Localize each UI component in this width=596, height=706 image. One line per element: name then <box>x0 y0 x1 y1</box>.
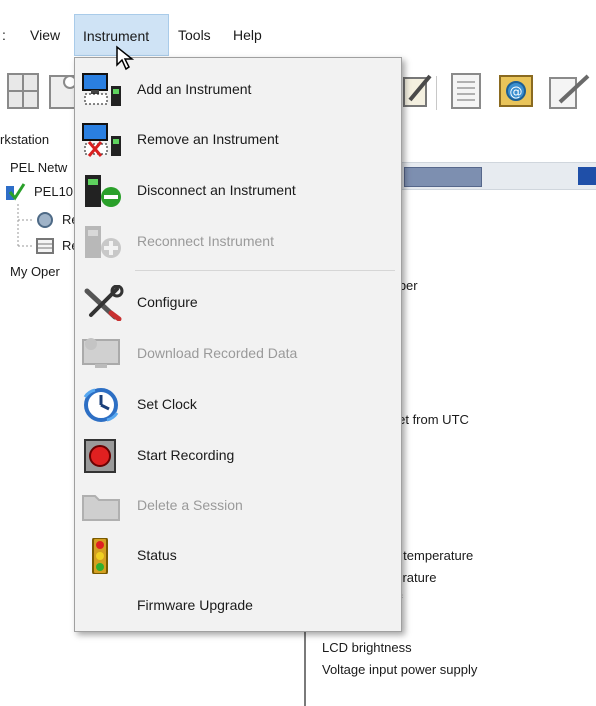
mouse-pointer-icon <box>116 45 135 71</box>
toolbar-report-icon[interactable] <box>446 70 486 112</box>
table-icon <box>36 238 54 254</box>
menu-item-label: Remove an Instrument <box>137 131 279 147</box>
menu-item-label: Disconnect an Instrument <box>137 182 296 198</box>
property-voltage-input: Voltage input power supply <box>322 662 478 677</box>
properties-view-button[interactable] <box>404 167 482 187</box>
add-instrument-icon <box>82 73 121 106</box>
property-lcd-brightness: LCD brightness <box>322 640 412 655</box>
download-data-icon <box>82 338 120 368</box>
workstation-tree: rkstation PEL Netw PEL10 Re Re My Oper <box>0 122 80 706</box>
menu-item-status[interactable]: Status <box>75 530 401 580</box>
toolbar-sign-icon[interactable] <box>546 70 592 112</box>
instrument-menu: Add an Instrument Remove an Instrument D… <box>74 57 402 632</box>
toolbar-edit-icon[interactable] <box>400 70 434 112</box>
menu-item-label: Firmware Upgrade <box>137 597 253 613</box>
tree-workstation[interactable]: rkstation <box>0 132 49 147</box>
network-icon <box>37 212 53 228</box>
menu-file-fragment[interactable]: : <box>0 14 8 56</box>
menu-item-label: Status <box>137 547 177 563</box>
traffic-light-icon <box>92 538 108 574</box>
menu-item-label: Set Clock <box>137 396 197 412</box>
menu-item-download-recorded-data[interactable]: Download Recorded Data <box>75 328 401 378</box>
menu-item-label: Reconnect Instrument <box>137 233 274 249</box>
menu-item-label: Configure <box>137 294 198 310</box>
menu-item-firmware-upgrade[interactable]: Firmware Upgrade <box>75 580 401 630</box>
menu-bar: : View Instrument Tools Help <box>0 14 596 56</box>
menu-item-remove-instrument[interactable]: Remove an Instrument <box>75 114 401 164</box>
menu-item-configure[interactable]: Configure <box>75 277 401 327</box>
menu-separator <box>135 270 395 271</box>
configure-tools-icon <box>84 285 124 321</box>
menu-item-set-clock[interactable]: Set Clock <box>75 379 401 429</box>
menu-item-label: Download Recorded Data <box>137 345 298 361</box>
record-icon <box>84 439 116 473</box>
menu-item-delete-session[interactable]: Delete a Session <box>75 480 401 530</box>
toolbar-email-icon[interactable]: @ <box>496 70 536 112</box>
check-icon <box>6 183 26 201</box>
remove-instrument-icon <box>82 123 121 157</box>
clock-icon <box>83 388 119 422</box>
reconnect-instrument-icon <box>85 226 121 258</box>
folder-icon <box>82 495 120 521</box>
properties-side-button[interactable] <box>578 167 596 185</box>
toolbar-document-icon[interactable] <box>44 70 78 112</box>
menu-item-label: Add an Instrument <box>137 81 252 97</box>
menu-item-start-recording[interactable]: Start Recording <box>75 430 401 480</box>
menu-item-add-instrument[interactable]: Add an Instrument <box>75 64 401 114</box>
tree-my-operations[interactable]: My Oper <box>10 264 60 279</box>
tree-pel10[interactable]: PEL10 <box>34 184 73 199</box>
toolbar-separator <box>436 76 437 110</box>
menu-item-disconnect-instrument[interactable]: Disconnect an Instrument <box>75 165 401 215</box>
menu-item-label: Delete a Session <box>137 497 243 513</box>
disconnect-instrument-icon <box>85 175 121 207</box>
tree-pel-network[interactable]: PEL Netw <box>10 160 67 175</box>
menu-view[interactable]: View <box>22 14 68 56</box>
menu-tools[interactable]: Tools <box>170 14 219 56</box>
menu-item-label: Start Recording <box>137 447 235 463</box>
toolbar-grid-icon[interactable] <box>4 70 44 112</box>
svg-text:@: @ <box>510 85 523 100</box>
menu-item-reconnect-instrument[interactable]: Reconnect Instrument <box>75 216 401 266</box>
menu-help[interactable]: Help <box>225 14 270 56</box>
